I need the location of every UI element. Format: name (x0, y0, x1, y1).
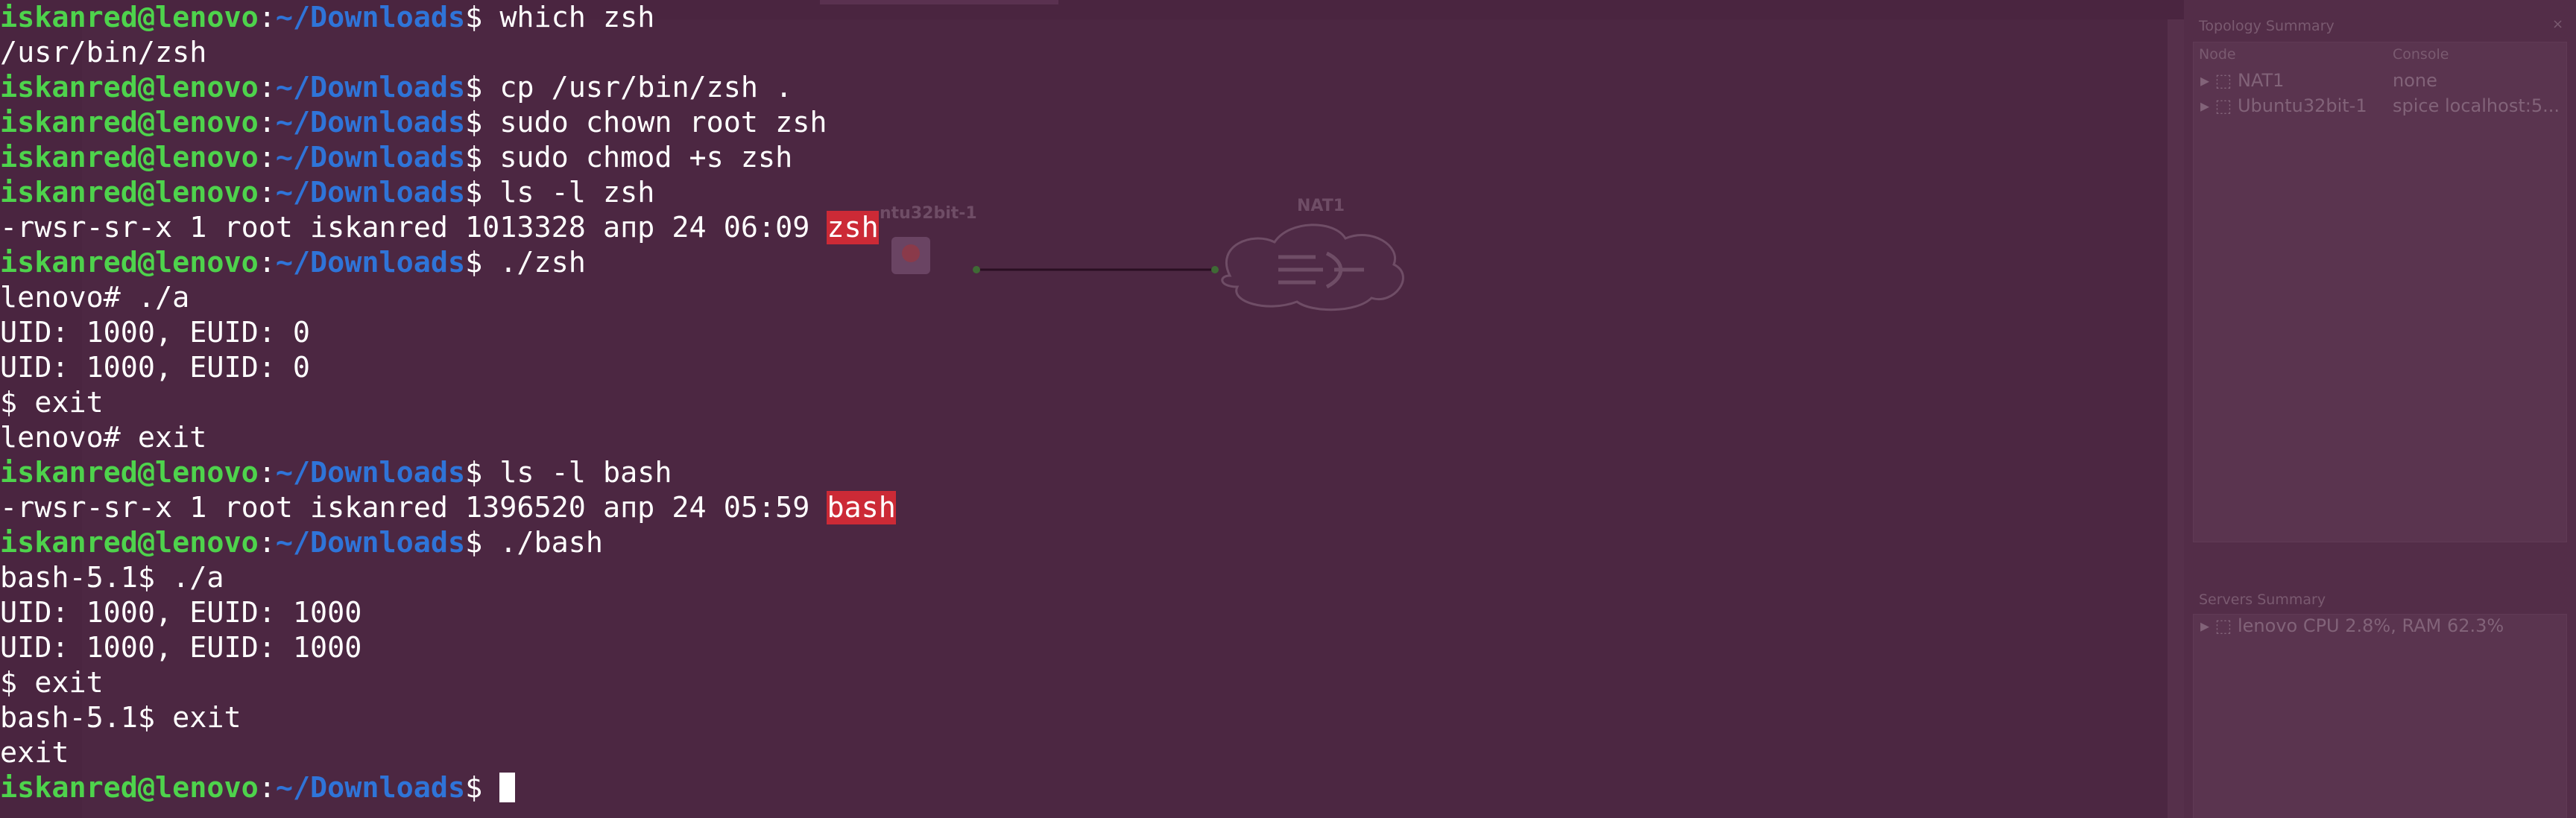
prompt-path: ~/Downloads (275, 246, 466, 279)
output-text: lenovo# ./a (0, 281, 190, 314)
prompt-user: iskanred@lenovo (0, 1, 259, 34)
terminal-line: UID: 1000, EUID: 0 (0, 350, 2576, 385)
desktop-screen: Topology Summary × Node Console ▸ ⬚ NAT1… (0, 0, 2576, 818)
terminal-line: iskanred@lenovo:~/Downloads$ (0, 770, 2576, 805)
output-text: UID: 1000, EUID: 0 (0, 316, 311, 349)
command-text: ./zsh (499, 246, 586, 279)
prompt-user: iskanred@lenovo (0, 71, 259, 104)
prompt-user: iskanred@lenovo (0, 246, 259, 279)
command-text: sudo chown root zsh (499, 106, 827, 139)
command-text: cp /usr/bin/zsh . (499, 71, 793, 104)
prompt-user: iskanred@lenovo (0, 141, 259, 174)
prompt-dollar: $ (465, 1, 500, 34)
output-text: exit (0, 736, 69, 770)
output-text: UID: 1000, EUID: 1000 (0, 596, 362, 630)
prompt-colon: : (258, 176, 276, 209)
terminal-line: lenovo# ./a (0, 280, 2576, 315)
terminal-line: iskanred@lenovo:~/Downloads$ ls -l zsh (0, 175, 2576, 210)
output-text: $ exit (0, 386, 104, 419)
terminal-line: bash-5.1$ ./a (0, 560, 2576, 595)
terminal-line: iskanred@lenovo:~/Downloads$ which zsh (0, 0, 2576, 35)
command-text: ./bash (499, 526, 603, 559)
prompt-dollar: $ (465, 246, 500, 279)
terminal-line: UID: 1000, EUID: 1000 (0, 595, 2576, 630)
prompt-dollar: $ (465, 456, 500, 489)
prompt-path: ~/Downloads (275, 1, 466, 34)
terminal-line: iskanred@lenovo:~/Downloads$ ls -l bash (0, 455, 2576, 490)
prompt-dollar: $ (465, 141, 500, 174)
ls-output-text: -rwsr-sr-x 1 root iskanred 1396520 апр 2… (0, 491, 827, 524)
prompt-colon: : (258, 246, 276, 279)
terminal-line: $ exit (0, 385, 2576, 420)
prompt-path: ~/Downloads (275, 176, 466, 209)
prompt-colon: : (258, 141, 276, 174)
output-text: lenovo# exit (0, 421, 207, 454)
prompt-path: ~/Downloads (275, 106, 466, 139)
terminal-line: -rwsr-sr-x 1 root iskanred 1013328 апр 2… (0, 210, 2576, 245)
text-cursor (499, 773, 516, 802)
command-text: which zsh (499, 1, 655, 34)
command-text: ls -l bash (499, 456, 672, 489)
terminal-line: UID: 1000, EUID: 1000 (0, 630, 2576, 665)
prompt-path: ~/Downloads (275, 71, 466, 104)
terminal-line: iskanred@lenovo:~/Downloads$ cp /usr/bin… (0, 70, 2576, 105)
output-text: UID: 1000, EUID: 0 (0, 351, 311, 384)
prompt-dollar: $ (465, 71, 500, 104)
terminal-line: bash-5.1$ exit (0, 700, 2576, 735)
prompt-user: iskanred@lenovo (0, 456, 259, 489)
output-text: bash-5.1$ exit (0, 701, 242, 735)
prompt-dollar: $ (465, 106, 500, 139)
prompt-colon: : (258, 456, 276, 489)
terminal-line: iskanred@lenovo:~/Downloads$ ./bash (0, 525, 2576, 560)
output-text: UID: 1000, EUID: 1000 (0, 631, 362, 665)
terminal-line: iskanred@lenovo:~/Downloads$ sudo chown … (0, 105, 2576, 140)
prompt-user: iskanred@lenovo (0, 106, 259, 139)
terminal-line: iskanred@lenovo:~/Downloads$ ./zsh (0, 245, 2576, 280)
prompt-path: ~/Downloads (275, 771, 466, 805)
output-text: $ exit (0, 666, 104, 700)
prompt-colon: : (258, 771, 276, 805)
command-text: ls -l zsh (499, 176, 655, 209)
prompt-user: iskanred@lenovo (0, 771, 259, 805)
prompt-colon: : (258, 71, 276, 104)
terminal-line: exit (0, 735, 2576, 770)
terminal-line: /usr/bin/zsh (0, 35, 2576, 70)
terminal-line: $ exit (0, 665, 2576, 700)
prompt-colon: : (258, 106, 276, 139)
terminal-output[interactable]: iskanred@lenovo:~/Downloads$ which zsh/u… (0, 0, 2576, 818)
prompt-dollar: $ (465, 176, 500, 209)
prompt-path: ~/Downloads (275, 456, 466, 489)
output-text: bash-5.1$ ./a (0, 561, 224, 595)
setuid-file-name: zsh (827, 211, 879, 244)
prompt-colon: : (258, 526, 276, 559)
prompt-path: ~/Downloads (275, 141, 466, 174)
prompt-user: iskanred@lenovo (0, 526, 259, 559)
ls-output-text: -rwsr-sr-x 1 root iskanred 1013328 апр 2… (0, 211, 827, 244)
terminal-line: -rwsr-sr-x 1 root iskanred 1396520 апр 2… (0, 490, 2576, 525)
prompt-user: iskanred@lenovo (0, 176, 259, 209)
setuid-file-name: bash (827, 491, 896, 524)
prompt-dollar: $ (465, 771, 500, 805)
prompt-dollar: $ (465, 526, 500, 559)
output-text: /usr/bin/zsh (0, 36, 207, 69)
terminal-line: iskanred@lenovo:~/Downloads$ sudo chmod … (0, 140, 2576, 175)
command-text: sudo chmod +s zsh (499, 141, 793, 174)
terminal-line: UID: 1000, EUID: 0 (0, 315, 2576, 350)
prompt-colon: : (258, 1, 276, 34)
prompt-path: ~/Downloads (275, 526, 466, 559)
terminal-line: lenovo# exit (0, 420, 2576, 455)
